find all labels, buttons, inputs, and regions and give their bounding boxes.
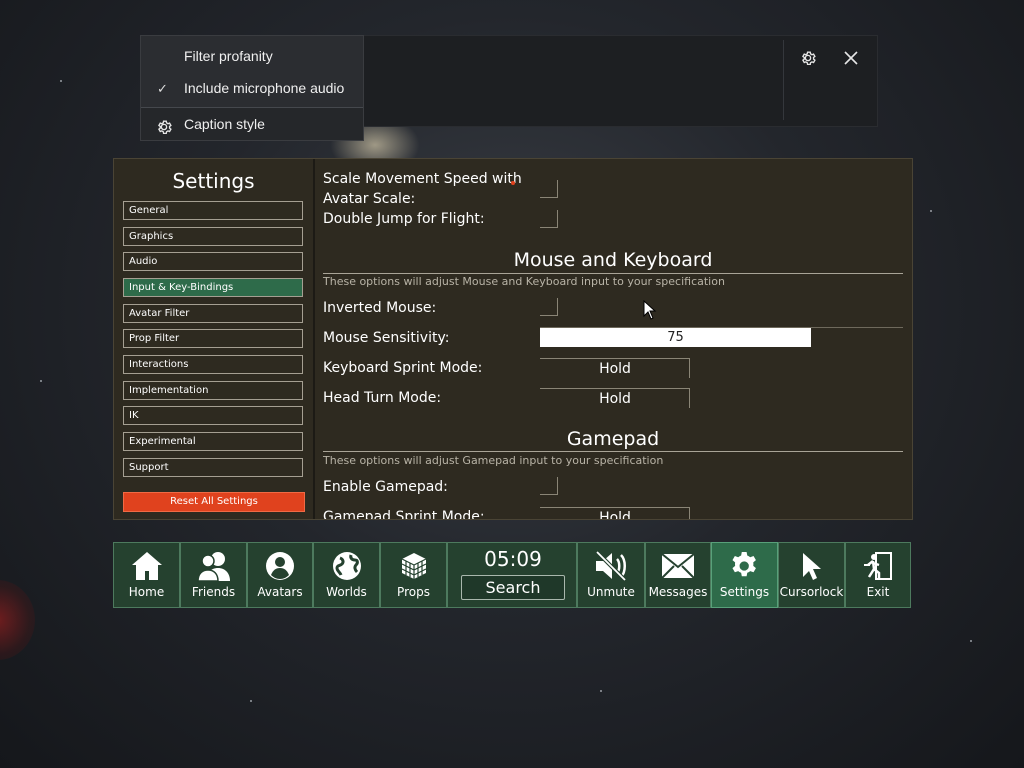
- scale-movement-label-line2: Avatar Scale:: [323, 191, 416, 207]
- taskbar-label: Unmute: [587, 585, 635, 599]
- clock-time: 05:09: [484, 547, 542, 571]
- sidebar-item-ik[interactable]: IK: [123, 406, 303, 425]
- background-star: [970, 640, 972, 642]
- scale-movement-label-line1: Scale Movement Speed with: [323, 171, 522, 187]
- sidebar-item-input-key-bindings[interactable]: Input & Key-Bindings: [123, 278, 303, 297]
- section-rule: [323, 273, 903, 274]
- sidebar-item-graphics[interactable]: Graphics: [123, 227, 303, 246]
- taskbar-label: Avatars: [257, 585, 303, 599]
- clock-search-panel: 05:09 Search: [447, 542, 577, 608]
- sidebar-item-avatar-filter[interactable]: Avatar Filter: [123, 304, 303, 323]
- settings-content: Scale Movement Speed with Avatar Scale: …: [315, 159, 912, 519]
- menu-item-filter-profanity[interactable]: Filter profanity: [141, 41, 363, 71]
- taskbar-label: Exit: [866, 585, 890, 599]
- envelope-icon: [646, 550, 710, 582]
- gear-icon: [712, 550, 777, 582]
- sidebar-item-support[interactable]: Support: [123, 458, 303, 477]
- search-button[interactable]: Search: [461, 575, 565, 600]
- sidebar-item-audio[interactable]: Audio: [123, 252, 303, 271]
- reset-all-settings-button[interactable]: Reset All Settings: [123, 492, 305, 512]
- background-star: [600, 690, 602, 692]
- taskbar-avatars-button[interactable]: Avatars: [247, 542, 313, 608]
- inverted-mouse-checkbox[interactable]: [540, 298, 558, 316]
- gamepad-sprint-dropdown[interactable]: Hold: [540, 507, 690, 519]
- cube-icon: [381, 550, 446, 582]
- taskbar-props-button[interactable]: Props: [380, 542, 447, 608]
- mouse-keyboard-section-title: Mouse and Keyboard: [513, 249, 713, 271]
- dropdown-value: Hold: [599, 361, 631, 377]
- taskbar-worlds-button[interactable]: Worlds: [313, 542, 380, 608]
- menu-item-label: Filter profanity: [184, 48, 273, 64]
- cursor-icon: [779, 550, 844, 582]
- sidebar-item-prop-filter[interactable]: Prop Filter: [123, 329, 303, 348]
- taskbar-friends-button[interactable]: Friends: [180, 542, 247, 608]
- dropdown-value: Hold: [599, 391, 631, 407]
- taskbar-label: Worlds: [326, 585, 367, 599]
- menu-item-label: Caption style: [184, 116, 265, 132]
- sidebar-item-experimental[interactable]: Experimental: [123, 432, 303, 451]
- mouse-pointer-icon: [643, 299, 657, 324]
- gamepad-section-title: Gamepad: [566, 428, 660, 450]
- sidebar-item-interactions[interactable]: Interactions: [123, 355, 303, 374]
- caption-settings-gear-icon[interactable]: [796, 46, 820, 70]
- taskbar-label: Props: [397, 585, 430, 599]
- settings-panel: Settings General Graphics Audio Input & …: [113, 158, 913, 520]
- taskbar-settings-button[interactable]: Settings: [711, 542, 778, 608]
- section-rule: [323, 451, 903, 452]
- double-jump-checkbox[interactable]: [540, 210, 558, 228]
- caption-close-icon[interactable]: [839, 46, 863, 70]
- taskbar-unmute-button[interactable]: Unmute: [577, 542, 645, 608]
- head-turn-label: Head Turn Mode:: [323, 390, 442, 406]
- enable-gamepad-label: Enable Gamepad:: [323, 479, 448, 495]
- gamepad-description: These options will adjust Gamepad input …: [323, 454, 664, 467]
- keyboard-sprint-label: Keyboard Sprint Mode:: [323, 360, 483, 376]
- taskbar-label: Cursorlock: [779, 585, 844, 599]
- home-icon: [114, 550, 179, 582]
- taskbar-label: Home: [128, 585, 165, 599]
- taskbar-exit-button[interactable]: Exit: [845, 542, 911, 608]
- taskbar-home-button[interactable]: Home: [113, 542, 180, 608]
- checkmark-icon: ✓: [157, 81, 168, 96]
- background-red-orb: [0, 580, 35, 660]
- friends-icon: [181, 550, 246, 582]
- menu-item-include-microphone-audio[interactable]: ✓ Include microphone audio: [141, 73, 363, 103]
- background-star: [930, 210, 932, 212]
- globe-icon: [314, 550, 379, 582]
- taskbar-cursorlock-button[interactable]: Cursorlock: [778, 542, 845, 608]
- mouse-sensitivity-label: Mouse Sensitivity:: [323, 330, 450, 346]
- stray-red-dot: [511, 181, 515, 185]
- double-jump-label: Double Jump for Flight:: [323, 211, 485, 227]
- muted-speaker-icon: [578, 550, 644, 582]
- taskbar-label: Settings: [719, 585, 770, 599]
- background-star: [40, 380, 42, 382]
- enable-gamepad-checkbox[interactable]: [540, 477, 558, 495]
- settings-title: Settings: [172, 169, 255, 193]
- sidebar-item-implementation[interactable]: Implementation: [123, 381, 303, 400]
- sidebar-item-general[interactable]: General: [123, 201, 303, 220]
- gamepad-sprint-label: Gamepad Sprint Mode:: [323, 509, 485, 519]
- menu-item-label: Include microphone audio: [184, 80, 345, 96]
- background-star: [250, 700, 252, 702]
- scale-movement-checkbox[interactable]: [540, 180, 558, 198]
- head-turn-dropdown[interactable]: Hold: [540, 388, 690, 408]
- inverted-mouse-label: Inverted Mouse:: [323, 300, 437, 316]
- taskbar-label: Friends: [191, 585, 236, 599]
- taskbar-messages-button[interactable]: Messages: [645, 542, 711, 608]
- mouse-keyboard-description: These options will adjust Mouse and Keyb…: [323, 275, 725, 288]
- avatar-icon: [248, 550, 312, 582]
- mouse-sensitivity-slider[interactable]: 75: [540, 328, 811, 347]
- taskbar-label: Messages: [648, 585, 708, 599]
- dropdown-value: Hold: [599, 510, 631, 519]
- quick-menu-taskbar: Home Friends Avatars Worlds Props 05:09 …: [113, 542, 911, 608]
- background-star: [60, 80, 62, 82]
- gear-icon: [155, 115, 173, 135]
- menu-item-caption-style[interactable]: Caption style: [141, 108, 363, 140]
- exit-icon: [846, 550, 910, 582]
- keyboard-sprint-dropdown[interactable]: Hold: [540, 358, 690, 378]
- settings-sidebar: Settings General Graphics Audio Input & …: [114, 159, 313, 519]
- caption-context-menu: Filter profanity ✓ Include microphone au…: [140, 35, 364, 141]
- caption-bar-divider: [783, 40, 784, 120]
